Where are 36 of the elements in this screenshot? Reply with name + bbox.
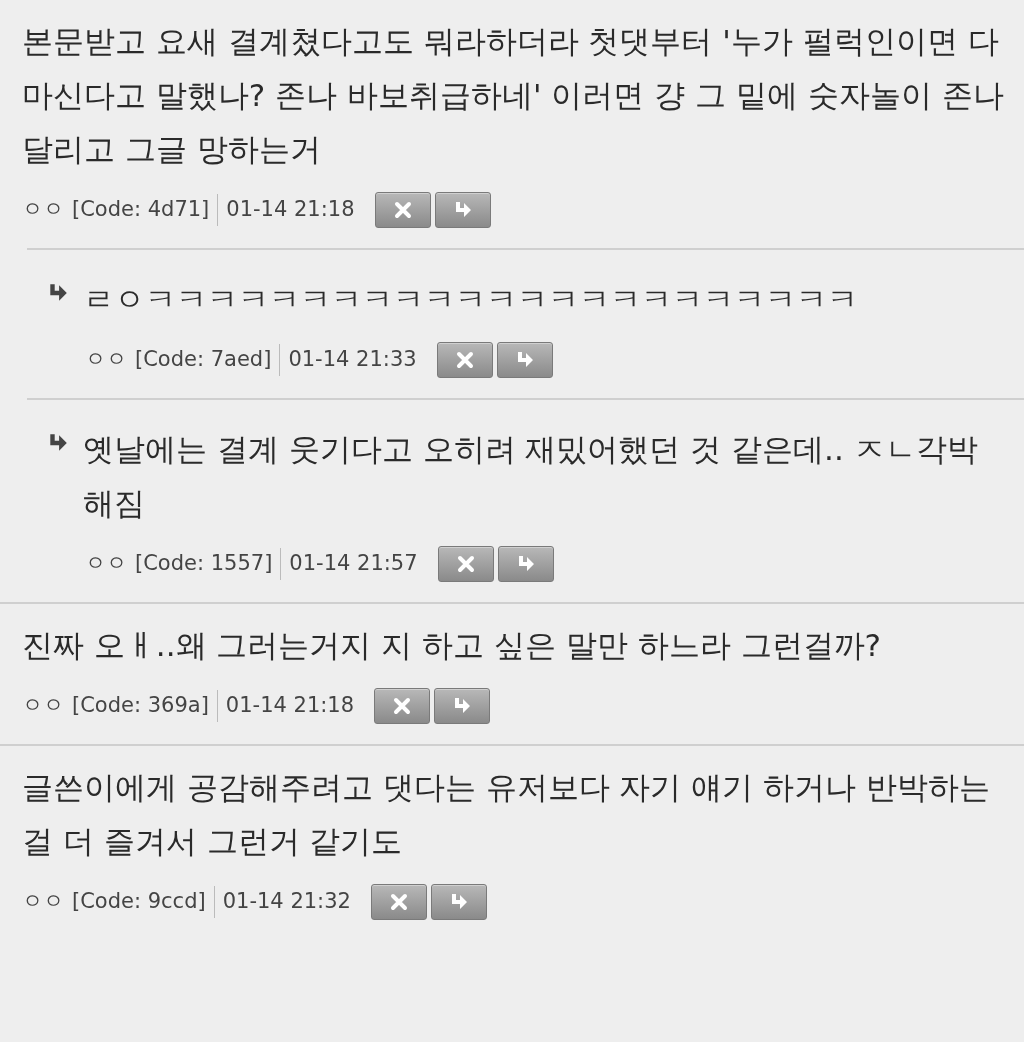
reply-button[interactable] bbox=[430, 884, 487, 920]
timestamp: 01-14 21:33 bbox=[287, 346, 417, 374]
reply-button[interactable] bbox=[434, 688, 491, 724]
close-icon bbox=[455, 554, 476, 574]
author-name: ㅇㅇ bbox=[85, 346, 127, 374]
delete-button[interactable] bbox=[436, 342, 493, 378]
close-icon bbox=[392, 696, 413, 716]
user-code: [Code: 369a] bbox=[72, 690, 218, 722]
user-code: [Code: 4d71] bbox=[72, 194, 219, 226]
author-name: ㅇㅇ bbox=[22, 692, 64, 720]
comment-text: 본문받고 요새 결계쳤다고도 뭐라하더라 첫댓부터 '누가 펄럭인이면 다 마신다고 말했나? 존나 바보취급하네' 이러면 걍 그 밑에 숫자놀이 존나 달리고 그글 망하는거 bbox=[22, 22, 1005, 169]
author-name: ㅇㅇ bbox=[85, 550, 127, 578]
reply-button[interactable] bbox=[434, 192, 491, 228]
comment-text: 글쓴이에게 공감해주려고 댓다는 유저보다 자기 얘기 하거나 반박하는걸 더 즐겨서 그런거 같기도 bbox=[22, 768, 991, 861]
delete-button[interactable] bbox=[370, 884, 427, 920]
timestamp: 01-14 21:57 bbox=[288, 550, 418, 578]
timestamp: 01-14 21:18 bbox=[225, 196, 355, 224]
delete-button[interactable] bbox=[374, 192, 431, 228]
delete-button[interactable] bbox=[437, 546, 494, 582]
reply-arrow-icon bbox=[452, 696, 473, 716]
timestamp: 01-14 21:32 bbox=[221, 888, 351, 916]
close-icon bbox=[392, 200, 413, 220]
close-icon bbox=[454, 350, 475, 370]
author-name: ㅇㅇ bbox=[22, 888, 64, 916]
timestamp: 01-14 21:18 bbox=[224, 692, 355, 720]
comment-text: 진짜 오ㅐ..왜 그러는거지 지 하고 싶은 말만 하느라 그런걸까? bbox=[22, 626, 881, 665]
comment-text: 옛날에는 결계 웃기다고 오히려 재밌어했던 것 같은데.. ㅈㄴ각박해짐 bbox=[83, 430, 979, 523]
user-code: [Code: 9ccd] bbox=[72, 886, 215, 918]
close-icon bbox=[388, 892, 409, 912]
author-name: ㅇㅇ bbox=[22, 196, 64, 224]
reply-button[interactable] bbox=[497, 546, 554, 582]
comment-text: ㄹㅇㅋㅋㅋㅋㅋㅋㅋㅋㅋㅋㅋㅋㅋㅋㅋㅋㅋㅋㅋㅋㅋㅋㅋ bbox=[83, 280, 858, 319]
reply-button[interactable] bbox=[496, 342, 553, 378]
user-code: [Code: 7aed] bbox=[135, 344, 281, 376]
delete-button[interactable] bbox=[374, 688, 431, 724]
user-code: [Code: 1557] bbox=[135, 548, 282, 580]
